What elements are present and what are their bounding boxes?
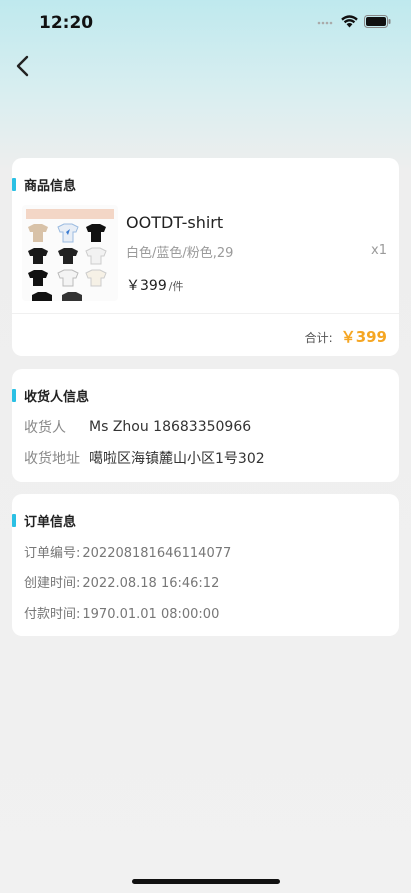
product-quantity: x1 <box>371 243 387 258</box>
total-row: 合计: ￥399 <box>305 326 387 347</box>
price-unit: /件 <box>168 280 184 293</box>
receiver-name-value: Ms Zhou 18683350966 <box>89 419 252 435</box>
product-name[interactable]: OOTDT-shirt <box>126 213 223 232</box>
section-accent-bar <box>12 513 16 527</box>
order-paid-value: 1970.01.01 08:00:00 <box>82 607 220 622</box>
order-number-label: 订单编号: <box>24 546 81 561</box>
receiver-address-row: 收货地址 噶啦区海镇麓山小区1号302 <box>24 448 265 468</box>
status-icons <box>317 15 391 28</box>
tshirt-collage-image <box>22 205 118 301</box>
home-indicator[interactable] <box>132 879 280 884</box>
chevron-left-icon <box>16 55 29 77</box>
order-paid-row: 付款时间: 1970.01.01 08:00:00 <box>24 603 219 622</box>
wifi-icon <box>341 15 358 28</box>
order-created-label: 创建时间: <box>24 576 81 591</box>
order-number-row: 订单编号: 202208181646114077 <box>24 542 231 561</box>
receiver-name-row: 收货人 Ms Zhou 18683350966 <box>24 417 251 437</box>
receiver-name-label: 收货人 <box>24 420 66 436</box>
divider <box>12 313 399 314</box>
product-spec: 白色/蓝色/粉色,29 <box>126 246 234 261</box>
receiver-address-label: 收货地址 <box>24 451 80 467</box>
status-time: 12:20 <box>39 13 94 33</box>
goods-section-title: 商品信息 <box>12 177 76 194</box>
section-accent-bar <box>12 177 16 191</box>
product-thumbnail[interactable] <box>22 205 118 301</box>
order-created-row: 创建时间: 2022.08.18 16:46:12 <box>24 572 219 591</box>
order-section-title: 订单信息 <box>12 513 76 530</box>
section-accent-bar <box>12 388 16 402</box>
receiver-info-card: 收货人信息 收货人 Ms Zhou 18683350966 收货地址 噶啦区海镇… <box>12 369 399 482</box>
back-button[interactable] <box>12 52 36 80</box>
price-value: ￥399 <box>126 278 167 294</box>
order-paid-label: 付款时间: <box>24 607 81 622</box>
total-value: ￥399 <box>340 328 387 346</box>
goods-info-card: 商品信息 OOTDT-shirt 白色/蓝色/粉色,29 x1 ￥399 /件 … <box>12 158 399 356</box>
product-price: ￥399 /件 <box>126 275 183 295</box>
order-info-card: 订单信息 订单编号: 202208181646114077 创建时间: 2022.0… <box>12 494 399 636</box>
order-created-value: 2022.08.18 16:46:12 <box>82 576 220 591</box>
receiver-address-value: 噶啦区海镇麓山小区1号302 <box>89 451 265 467</box>
signal-icon <box>317 21 333 24</box>
order-number-value: 202208181646114077 <box>82 546 232 561</box>
total-label: 合计: <box>304 331 333 345</box>
battery-icon <box>364 15 391 28</box>
status-bar: 12:20 <box>0 0 411 44</box>
receiver-section-title: 收货人信息 <box>12 388 89 405</box>
